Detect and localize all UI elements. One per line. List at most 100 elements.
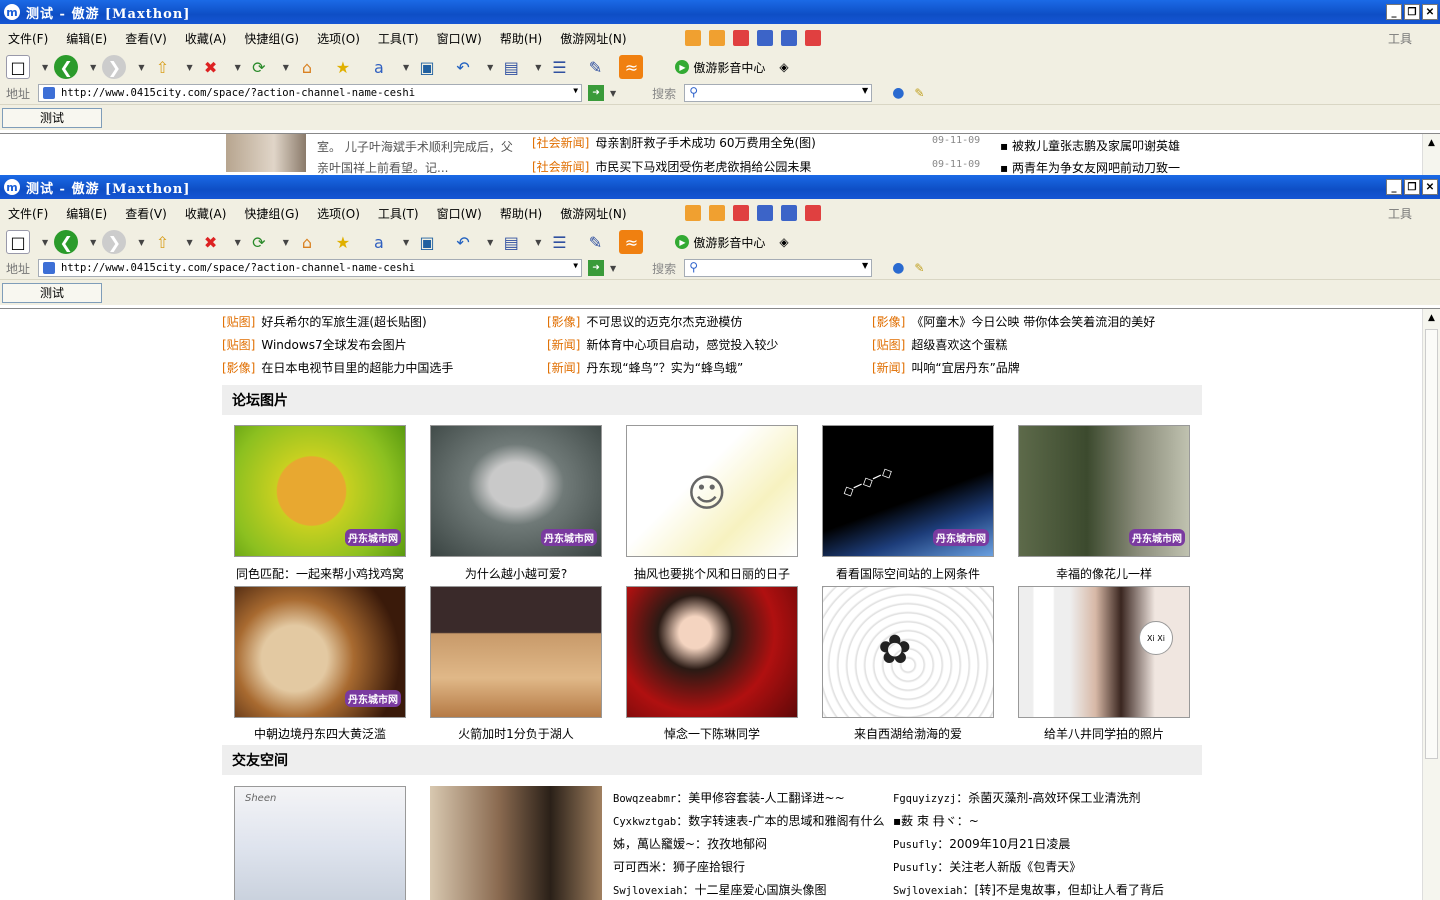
next-tab-icon[interactable] xyxy=(708,205,725,221)
go-button[interactable]: ➜ xyxy=(588,85,605,101)
up-icon[interactable]: ⇧ xyxy=(150,230,174,254)
friend-post[interactable]: Pusufly：2009年10月21日凌晨 xyxy=(893,835,1070,852)
friend-photo-2[interactable] xyxy=(430,786,602,900)
columns-icon[interactable]: ▤ xyxy=(499,55,523,79)
tab-ceshi[interactable]: 测试 xyxy=(2,107,102,128)
address-input[interactable]: http://www.0415city.com/space/?action-ch… xyxy=(38,84,583,102)
menu-window[interactable]: 窗口(W) xyxy=(437,30,482,47)
media-center-button[interactable]: ▶ 傲游影音中心 ◈ xyxy=(675,59,789,76)
forum-caption[interactable]: 悼念一下陈琳同学 xyxy=(622,725,802,742)
menu-options[interactable]: 选项(O) xyxy=(317,30,360,47)
restore-button[interactable]: ❐ xyxy=(1404,179,1420,195)
menu-edit[interactable]: 编辑(E) xyxy=(66,30,107,47)
friend-post[interactable]: 可可西米：狮子座拾银行 xyxy=(613,858,745,875)
menu-view[interactable]: 查看(V) xyxy=(125,30,167,47)
list-icon[interactable]: ☰ xyxy=(547,230,571,254)
tools-label[interactable]: 工具 xyxy=(1388,30,1412,47)
news-link[interactable]: [贴图] Windows7全球发布会图片 xyxy=(222,336,407,353)
minimize-button[interactable]: _ xyxy=(1386,179,1402,195)
news-link[interactable]: [影像] 《阿童木》今日公映 带你体会笑着流泪的美好 xyxy=(872,313,1155,330)
scroll-up-icon[interactable]: ▲ xyxy=(1423,309,1440,326)
close-button[interactable]: ✕ xyxy=(1422,179,1438,195)
friend-photo-1[interactable]: Sheen xyxy=(234,786,406,900)
home-icon[interactable]: ⌂ xyxy=(295,230,319,254)
menu-edit[interactable]: 编辑(E) xyxy=(66,205,107,222)
menu-help[interactable]: 帮助(H) xyxy=(500,205,542,222)
highlight-icon[interactable]: ✎ xyxy=(914,86,924,100)
address-dropdown-icon[interactable]: ▼ xyxy=(573,261,578,270)
forum-caption[interactable]: 同色匹配：一起来帮小鸡找鸡窝 xyxy=(230,565,410,582)
refresh-icon[interactable]: ⟳ xyxy=(247,55,271,79)
tools-label[interactable]: 工具 xyxy=(1388,205,1412,222)
friend-post[interactable]: Bowqzeabmr：美甲修容套装-人工翻译进~~ xyxy=(613,789,845,806)
close-tab-icon[interactable] xyxy=(732,30,749,46)
favorites-star-icon[interactable]: ★ xyxy=(331,230,355,254)
close-button[interactable]: ✕ xyxy=(1422,4,1438,20)
forum-image-3[interactable]: ☺ xyxy=(626,425,798,557)
minimize-button[interactable]: _ xyxy=(1386,4,1402,20)
news-link[interactable]: [新闻] 叫响“宜居丹东”品牌 xyxy=(872,359,1020,376)
edit-icon[interactable]: ✎ xyxy=(583,55,607,79)
forum-caption[interactable]: 为什么越小越可爱? xyxy=(426,565,606,582)
forum-caption[interactable]: 幸福的像花儿一样 xyxy=(1014,565,1194,582)
menu-favorites[interactable]: 收藏(A) xyxy=(185,30,227,47)
menu-tools[interactable]: 工具(T) xyxy=(378,205,419,222)
news-link[interactable]: [新闻] 新体育中心项目启动，感觉投入较少 xyxy=(547,336,778,353)
forum-caption[interactable]: 中朝边境丹东四大黄泛滥 xyxy=(230,725,410,742)
min-tab-icon[interactable] xyxy=(756,30,773,46)
menu-view[interactable]: 查看(V) xyxy=(125,205,167,222)
list-icon[interactable]: ☰ xyxy=(547,55,571,79)
news-link[interactable]: [影像] 在日本电视节目里的超能力中国选手 xyxy=(222,359,453,376)
stop-icon[interactable]: ✖ xyxy=(199,230,223,254)
news-link[interactable]: [贴图] 好兵希尔的军旅生涯(超长贴图) xyxy=(222,313,427,330)
search-dropdown-icon[interactable]: ▼ xyxy=(862,86,868,95)
news-thumbnail[interactable] xyxy=(226,134,306,172)
friend-post[interactable]: Cyxkwztgab：数字转速表-广本的思域和雅阁有什么 xyxy=(613,812,885,829)
forum-image-10[interactable]: Xi Xi xyxy=(1018,586,1190,718)
forward-icon[interactable]: ❯ xyxy=(102,55,127,79)
screen-icon[interactable]: ▣ xyxy=(415,55,439,79)
friend-post[interactable]: Swjlovexiah：[转]不是鬼故事，但却让人看了背后 xyxy=(893,881,1164,898)
forum-image-8[interactable] xyxy=(626,586,798,718)
news-item[interactable]: [社会新闻] 母亲割肝救子手术成功 60万费用全免(图) xyxy=(532,134,816,151)
diamond-icon[interactable]: ◈ xyxy=(779,60,788,74)
address-input[interactable]: http://www.0415city.com/space/?action-ch… xyxy=(38,259,583,277)
side-news-item[interactable]: ▪ 两青年为争女友网吧前动刀致一 xyxy=(1000,159,1180,175)
news-link[interactable]: [影像] 不可思议的迈克尔杰克逊模仿 xyxy=(547,313,742,330)
edit-icon[interactable]: ✎ xyxy=(583,230,607,254)
forum-image-1[interactable]: 丹东城市网 xyxy=(234,425,406,557)
search-dropdown-icon[interactable]: ▼ xyxy=(862,261,868,270)
next-tab-icon[interactable] xyxy=(708,30,725,46)
menu-file[interactable]: 文件(F) xyxy=(8,30,48,47)
scroll-thumb[interactable] xyxy=(1425,329,1438,759)
forum-caption[interactable]: 给羊八井同学拍的照片 xyxy=(1014,725,1194,742)
prev-tab-icon[interactable] xyxy=(684,205,701,221)
min-tab-icon[interactable] xyxy=(756,205,773,221)
menu-sites[interactable]: 傲游网址(N) xyxy=(560,205,626,222)
forward-icon[interactable]: ❯ xyxy=(102,230,127,254)
home-icon[interactable]: ⌂ xyxy=(295,55,319,79)
menu-groups[interactable]: 快捷组(G) xyxy=(244,205,299,222)
forum-caption[interactable]: 来自西湖给渤海的爱 xyxy=(818,725,998,742)
friend-post[interactable]: ▪薮 朿 冄ヾ：~ xyxy=(893,812,979,829)
refresh-icon[interactable]: ⟳ xyxy=(247,230,271,254)
search-input[interactable]: ⚲ ▼ xyxy=(684,259,873,277)
menu-options[interactable]: 选项(O) xyxy=(317,205,360,222)
restore-tab-icon[interactable] xyxy=(780,30,797,46)
globe-icon[interactable]: ● xyxy=(892,260,904,276)
translate-icon[interactable]: a xyxy=(367,55,391,79)
title-bar[interactable]: m 测试 - 傲游 [Maxthon] _ ❐ ✕ xyxy=(0,0,1440,24)
menu-favorites[interactable]: 收藏(A) xyxy=(185,205,227,222)
scrollbar[interactable]: ▲ xyxy=(1422,309,1440,900)
new-page-icon[interactable]: □ xyxy=(6,230,30,254)
media-center-button[interactable]: ▶ 傲游影音中心 ◈ xyxy=(675,234,789,251)
forum-image-7[interactable] xyxy=(430,586,602,718)
close-tab-icon[interactable] xyxy=(732,205,749,221)
highlight-icon[interactable]: ✎ xyxy=(914,261,924,275)
restore-button[interactable]: ❐ xyxy=(1404,4,1420,20)
new-page-icon[interactable]: □ xyxy=(6,55,30,79)
forum-image-6[interactable]: 丹东城市网 xyxy=(234,586,406,718)
translate-icon[interactable]: a xyxy=(367,230,391,254)
rss-icon[interactable]: ≈ xyxy=(619,230,644,254)
favorites-star-icon[interactable]: ★ xyxy=(331,55,355,79)
